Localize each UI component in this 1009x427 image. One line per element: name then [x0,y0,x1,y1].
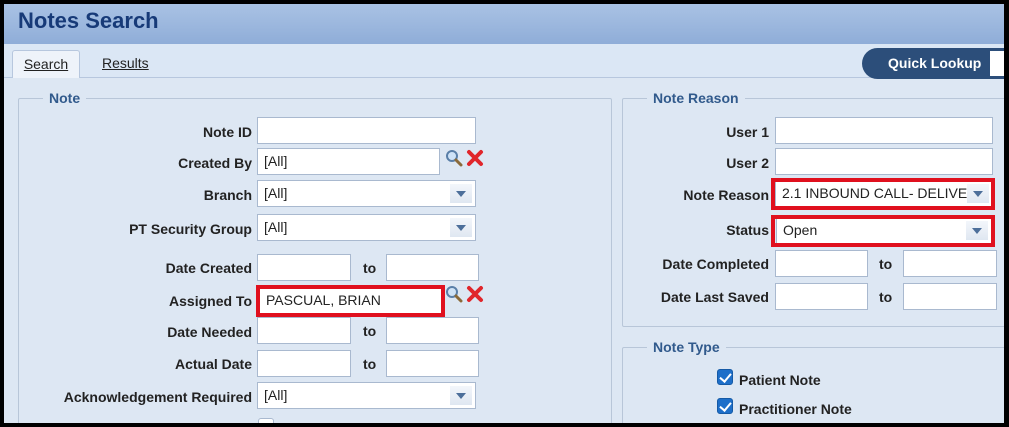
user1-label: User 1 [726,124,769,140]
note-reason-label: Note Reason [683,187,769,203]
assigned-to-highlight [256,285,445,317]
branch-label: Branch [203,187,252,203]
date-completed-from-input[interactable] [775,250,868,277]
search-lookup-icon[interactable] [445,285,463,303]
tab-results[interactable]: Results [92,50,159,78]
date-created-from-input[interactable] [257,254,351,281]
actual-date-from-input[interactable] [257,350,351,377]
date-completed-to-label: to [879,256,893,272]
note-id-input[interactable] [257,117,476,144]
window-title: Notes Search [18,8,159,33]
quick-lookup-input[interactable] [990,51,1004,76]
acknowledgement-required-label: Acknowledgement Required [63,389,252,405]
tab-search-label: Search [23,56,69,72]
status-label: Status [726,222,769,238]
date-created-label: Date Created [165,260,252,276]
note-reason-group-legend: Note Reason [647,90,745,106]
pt-security-group-label: PT Security Group [129,221,252,237]
date-needed-to-label: to [363,323,377,339]
quick-lookup-button[interactable]: Quick Lookup [862,48,1004,79]
clear-icon[interactable] [466,285,484,303]
date-completed-label: Date Completed [662,256,769,272]
branch-value: [All] [264,185,288,201]
pt-security-group-value: [All] [264,219,288,235]
user1-input[interactable] [775,117,993,144]
note-id-label: Note ID [203,124,252,140]
note-group-legend: Note [43,90,87,106]
actual-date-label: Actual Date [174,356,252,372]
note-reason-highlight [771,178,995,210]
actual-date-to-input[interactable] [386,350,479,377]
acknowledgement-required-select[interactable]: [All] [257,382,476,409]
date-completed-to-input[interactable] [903,250,997,277]
quick-lookup-label: Quick Lookup [888,55,982,71]
acknowledgement-required-value: [All] [264,387,288,403]
title-bar: Notes Search [4,4,1004,44]
date-last-saved-label: Date Last Saved [660,289,769,305]
tab-results-label: Results [102,55,149,71]
created-by-label: Created By [178,155,252,171]
date-needed-from-input[interactable] [257,317,351,344]
chevron-down-icon [450,184,472,203]
pt-security-group-select[interactable]: [All] [257,214,476,241]
actual-date-to-label: to [363,356,377,372]
patient-note-checkbox[interactable] [717,369,733,385]
patient-note-label: Patient Note [739,372,821,388]
assigned-to-label: Assigned To [169,293,252,309]
app-window: Notes Search Search Results Quick Lookup… [0,0,1009,427]
search-panel: Note Note ID Created By [All] Branch [Al… [4,79,1004,423]
date-last-saved-from-input[interactable] [775,283,868,310]
date-last-saved-to-label: to [879,289,893,305]
user2-input[interactable] [775,148,993,175]
chevron-down-icon [450,218,472,237]
note-type-group-legend: Note Type [647,339,726,355]
chevron-down-icon [450,386,472,405]
practitioner-note-label: Practitioner Note [739,401,852,417]
branch-select[interactable]: [All] [257,180,476,207]
date-needed-to-input[interactable] [386,317,479,344]
user2-label: User 2 [726,155,769,171]
date-last-saved-to-input[interactable] [903,283,997,310]
tab-search[interactable]: Search [12,50,80,78]
search-lookup-icon[interactable] [445,149,463,167]
date-needed-label: Date Needed [167,324,252,340]
clear-icon[interactable] [466,149,484,167]
practitioner-note-checkbox[interactable] [717,398,733,414]
created-by-input[interactable]: [All] [257,148,440,175]
status-highlight [771,215,995,247]
tab-strip: Search Results [4,44,1004,78]
date-created-to-input[interactable] [386,254,479,281]
date-created-to-label: to [363,260,377,276]
partial-checkbox[interactable] [258,418,274,423]
